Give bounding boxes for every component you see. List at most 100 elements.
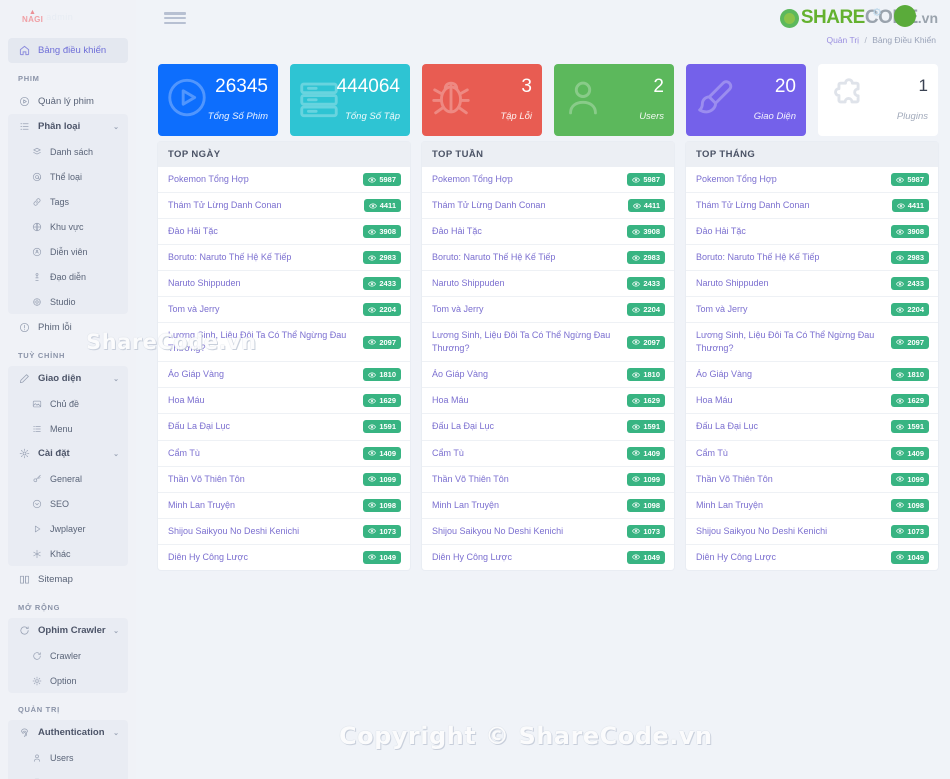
list-item[interactable]: Tom và Jerry 2204 [686, 297, 938, 324]
list-item[interactable]: Hoa Máu 1629 [158, 388, 410, 415]
sidebar-item-di-n-vi-n[interactable]: Diễn viên [8, 239, 128, 264]
list-item-title[interactable]: Shijou Saikyou No Deshi Kenichi [432, 525, 563, 538]
list-item-title[interactable]: Hoa Máu [696, 394, 733, 407]
list-item[interactable]: Đảo Hải Tặc 3908 [686, 219, 938, 246]
list-item[interactable]: Tom và Jerry 2204 [422, 297, 674, 324]
list-item[interactable]: Đảo Hải Tặc 3908 [158, 219, 410, 246]
list-item[interactable]: Đảo Hải Tặc 3908 [422, 219, 674, 246]
list-item-title[interactable]: Naruto Shippuden [168, 277, 241, 290]
list-item[interactable]: Lương Sinh, Liệu Đôi Ta Có Thể Ngừng Đau… [158, 323, 410, 363]
list-item-title[interactable]: Minh Lan Truyện [432, 499, 499, 512]
list-item-title[interactable]: Shijou Saikyou No Deshi Kenichi [696, 525, 827, 538]
stat-card-t-p-l-i[interactable]: 3 Tập Lỗi [422, 64, 542, 136]
list-item-title[interactable]: Thần Võ Thiên Tôn [696, 473, 773, 486]
list-item-title[interactable]: Đảo Hải Tặc [168, 225, 218, 238]
list-item-title[interactable]: Boruto: Naruto Thế Hệ Kế Tiếp [432, 251, 555, 264]
list-item-title[interactable]: Áo Giáp Vàng [696, 368, 752, 381]
list-item[interactable]: Shijou Saikyou No Deshi Kenichi 1073 [158, 519, 410, 545]
list-item-title[interactable]: Naruto Shippuden [696, 277, 769, 290]
list-item[interactable]: Naruto Shippuden 2433 [158, 271, 410, 298]
list-item[interactable]: Thần Võ Thiên Tôn 1099 [158, 467, 410, 493]
list-item[interactable]: Naruto Shippuden 2433 [422, 271, 674, 298]
list-item[interactable]: Lương Sinh, Liệu Đôi Ta Có Thể Ngừng Đau… [422, 323, 674, 363]
list-item-title[interactable]: Lương Sinh, Liệu Đôi Ta Có Thể Ngừng Đau… [432, 329, 621, 355]
sidebar-item-option[interactable]: Option [8, 668, 128, 693]
stat-card-giao-di-n[interactable]: 20 Giao Diện [686, 64, 806, 136]
list-item[interactable]: Áo Giáp Vàng 1810 [158, 362, 410, 389]
sidebar-item-menu[interactable]: Menu [8, 416, 128, 441]
list-item[interactable]: Boruto: Naruto Thế Hệ Kế Tiếp 2983 [158, 245, 410, 272]
list-item-title[interactable]: Minh Lan Truyện [168, 499, 235, 512]
list-item[interactable]: Minh Lan Truyện 1098 [422, 493, 674, 519]
list-item[interactable]: Minh Lan Truyện 1098 [158, 493, 410, 519]
list-item[interactable]: Boruto: Naruto Thế Hệ Kế Tiếp 2983 [686, 245, 938, 272]
sidebar-item-tags[interactable]: Tags [8, 189, 128, 214]
breadcrumb-root[interactable]: Quản Trị [826, 35, 859, 45]
sidebar-item-studio[interactable]: Studio [8, 289, 128, 314]
chevron-down-icon[interactable]: ⌄ [113, 450, 119, 458]
list-item-title[interactable]: Minh Lan Truyện [696, 499, 763, 512]
list-item-title[interactable]: Cẩm Tù [432, 447, 464, 460]
list-item[interactable]: Áo Giáp Vàng 1810 [422, 362, 674, 389]
sidebar-item-dashboard[interactable]: Bảng điều khiển [8, 38, 128, 63]
list-item[interactable]: Thám Tử Lừng Danh Conan 4411 [686, 193, 938, 220]
sidebar-item-o-di-n[interactable]: Đạo diễn [8, 264, 128, 289]
sidebar-item-ch[interactable]: Chủ đề [8, 391, 128, 416]
list-item-title[interactable]: Thần Võ Thiên Tôn [168, 473, 245, 486]
list-item-title[interactable]: Đảo Hải Tặc [696, 225, 746, 238]
sidebar-item-th-lo-i[interactable]: Thể loại [8, 164, 128, 189]
list-item-title[interactable]: Đảo Hải Tặc [432, 225, 482, 238]
list-item-title[interactable]: Tom và Jerry [432, 303, 484, 316]
list-item[interactable]: Tom và Jerry 2204 [158, 297, 410, 324]
stat-card-plugins[interactable]: 1 Plugins [818, 64, 938, 136]
list-item-title[interactable]: Thám Tử Lừng Danh Conan [432, 199, 545, 212]
sidebar-item-ph-n-lo-i[interactable]: Phân loại ⌄ [8, 114, 128, 139]
list-item-title[interactable]: Lương Sinh, Liệu Đôi Ta Có Thể Ngừng Đau… [168, 329, 357, 355]
list-item-title[interactable]: Pokemon Tổng Hợp [168, 173, 249, 186]
chevron-down-icon[interactable]: ⌄ [113, 375, 119, 383]
list-item[interactable]: Shijou Saikyou No Deshi Kenichi 1073 [422, 519, 674, 545]
sidebar-item-jwplayer[interactable]: Jwplayer [8, 516, 128, 541]
hamburger-icon[interactable] [164, 10, 186, 26]
chevron-down-icon[interactable]: ⌄ [113, 627, 119, 635]
list-item[interactable]: Pokemon Tổng Hợp 5987 [158, 167, 410, 194]
list-item-title[interactable]: Đấu La Đại Lục [696, 420, 758, 433]
list-item[interactable]: Cẩm Tù 1409 [158, 441, 410, 467]
list-item-title[interactable]: Boruto: Naruto Thế Hệ Kế Tiếp [696, 251, 819, 264]
list-item-title[interactable]: Thần Võ Thiên Tôn [432, 473, 509, 486]
stat-card-t-ng-s-t-p[interactable]: 444064 Tổng Số Tập [290, 64, 410, 136]
list-item-title[interactable]: Lương Sinh, Liệu Đôi Ta Có Thể Ngừng Đau… [696, 329, 885, 355]
sidebar-item-general[interactable]: General [8, 466, 128, 491]
list-item[interactable]: Shijou Saikyou No Deshi Kenichi 1073 [686, 519, 938, 545]
list-item[interactable]: Đấu La Đại Lục 1591 [686, 414, 938, 441]
sidebar-item-giao-di-n[interactable]: Giao diện ⌄ [8, 366, 128, 391]
list-item-title[interactable]: Đấu La Đại Lục [168, 420, 230, 433]
sidebar-item-crawler[interactable]: Crawler [8, 643, 128, 668]
list-item[interactable]: Naruto Shippuden 2433 [686, 271, 938, 298]
list-item-title[interactable]: Hoa Máu [168, 394, 205, 407]
list-item[interactable]: Boruto: Naruto Thế Hệ Kế Tiếp 2983 [422, 245, 674, 272]
list-item[interactable]: Đấu La Đại Lục 1591 [158, 414, 410, 441]
list-item-title[interactable]: Tom và Jerry [168, 303, 220, 316]
list-item-title[interactable]: Áo Giáp Vàng [432, 368, 488, 381]
list-item[interactable]: Thám Tử Lừng Danh Conan 4411 [158, 193, 410, 220]
list-item[interactable]: Cẩm Tù 1409 [686, 441, 938, 467]
list-item[interactable]: Thần Võ Thiên Tôn 1099 [686, 467, 938, 493]
list-item-title[interactable]: Cẩm Tù [696, 447, 728, 460]
list-item[interactable]: Pokemon Tổng Hợp 5987 [422, 167, 674, 194]
list-item-title[interactable]: Boruto: Naruto Thế Hệ Kế Tiếp [168, 251, 291, 264]
sidebar-item-khu-v-c[interactable]: Khu vực [8, 214, 128, 239]
sidebar-item-seo[interactable]: SEO [8, 491, 128, 516]
list-item[interactable]: Diên Hy Công Lược 1049 [158, 545, 410, 570]
list-item-title[interactable]: Áo Giáp Vàng [168, 368, 224, 381]
sidebar-item-authentication[interactable]: Authentication ⌄ [8, 720, 128, 745]
stat-card-users[interactable]: 2 Users [554, 64, 674, 136]
list-item[interactable]: Diên Hy Công Lược 1049 [686, 545, 938, 570]
list-item-title[interactable]: Thám Tử Lừng Danh Conan [696, 199, 809, 212]
app-brand[interactable]: ▲ NAGI admin [0, 0, 136, 34]
sidebar-item-users[interactable]: Users [8, 745, 128, 770]
list-item[interactable]: Hoa Máu 1629 [422, 388, 674, 415]
sidebar-item-ophim-crawler[interactable]: Ophim Crawler ⌄ [8, 618, 128, 643]
chevron-down-icon[interactable]: ⌄ [113, 729, 119, 737]
list-item[interactable]: Hoa Máu 1629 [686, 388, 938, 415]
